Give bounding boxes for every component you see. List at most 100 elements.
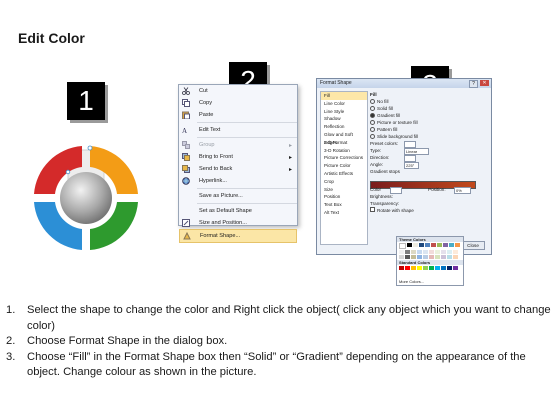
menu-label-save-as-picture: Save as Picture... — [199, 193, 243, 199]
rotate-with-shape-row[interactable]: Rotate with shape — [370, 207, 488, 214]
instructions: 1. Select the shape to change the color … — [6, 303, 554, 381]
category-shadow[interactable]: Shadow — [321, 115, 367, 123]
menu-label-paste: Paste — [199, 112, 214, 118]
category-picture-color[interactable]: Picture Color — [321, 162, 367, 170]
menu-item-hyperlink[interactable]: Hyperlink... — [179, 175, 297, 187]
rotate-label: Rotate with shape — [377, 208, 414, 213]
option-pattern-fill[interactable]: Pattern fill — [370, 126, 488, 133]
menu-item-bring-to-front[interactable]: Bring to Front ▸ — [179, 151, 297, 163]
category-3d-rotation[interactable]: 3-D Rotation — [321, 147, 367, 155]
menu-separator — [197, 122, 297, 123]
category-reflection[interactable]: Reflection — [321, 123, 367, 131]
menu-separator — [197, 203, 297, 204]
submenu-arrow-icon: ▸ — [288, 142, 292, 149]
dialog-title: Format Shape — [317, 79, 491, 88]
radio-icon — [370, 127, 375, 133]
copy-icon — [182, 99, 190, 107]
menu-item-size-position[interactable]: Size and Position... — [179, 217, 297, 229]
option-label: Pattern fill — [377, 127, 398, 132]
menu-item-format-shape[interactable]: Format Shape... — [179, 229, 297, 243]
color-palette: Theme Colors Standard Colors More Colors… — [396, 236, 464, 286]
page-title: Edit Color — [18, 30, 85, 46]
category-size[interactable]: Size — [321, 186, 367, 194]
category-picture-corrections[interactable]: Picture Corrections — [321, 154, 367, 162]
type-row: Type: Linear — [370, 147, 488, 155]
menu-item-send-to-back[interactable]: Send to Back ▸ — [179, 163, 297, 175]
fill-panel: Fill No fill Solid fill Gradient fill Pi… — [370, 91, 488, 214]
category-fill[interactable]: Fill — [321, 92, 367, 100]
field-label: Type: — [370, 148, 382, 153]
menu-item-set-default-shape[interactable]: Set as Default Shape — [179, 205, 297, 217]
menu-item-cut[interactable]: Cut — [179, 85, 297, 97]
menu-label-hyperlink: Hyperlink... — [199, 178, 227, 184]
category-list: Fill Line Color Line Style Shadow Reflec… — [320, 91, 368, 245]
brightness-label: Brightness: — [370, 194, 393, 199]
menu-item-group[interactable]: Group ▸ — [179, 139, 297, 151]
format-shape-dialog: Format Shape ? ✕ Fill Line Color Line St… — [316, 78, 492, 255]
svg-text:A: A — [182, 127, 187, 134]
format-shape-icon — [183, 232, 191, 240]
direction-row: Direction: — [370, 154, 488, 162]
submenu-arrow-icon: ▸ — [288, 166, 292, 173]
option-picture-fill[interactable]: Picture or texture fill — [370, 119, 488, 126]
color-row: Color Position: 0% — [370, 186, 488, 194]
option-label: No fill — [377, 99, 389, 104]
selection-handle-top[interactable] — [87, 145, 93, 151]
selection-handle-left[interactable] — [65, 169, 71, 175]
edit-text-icon: A — [182, 127, 187, 134]
field-label: Direction: — [370, 155, 390, 160]
option-label: Gradient fill — [377, 113, 401, 118]
step-1-badge: 1 — [67, 82, 105, 120]
category-glow[interactable]: Glow and Soft Edges — [321, 131, 367, 145]
center-sphere[interactable] — [60, 172, 112, 224]
option-no-fill[interactable]: No fill — [370, 98, 488, 105]
size-icon — [182, 219, 190, 227]
category-position[interactable]: Position — [321, 193, 367, 201]
radio-icon — [370, 106, 375, 112]
menu-label-cut: Cut — [199, 88, 208, 94]
standard-color-swatches[interactable] — [397, 265, 463, 271]
instruction-text: Choose Format Shape in the dialog box. — [27, 335, 228, 348]
category-alt-text[interactable]: Alt Text — [321, 209, 367, 217]
menu-item-save-as-picture[interactable]: Save as Picture... — [179, 190, 297, 202]
close-icon[interactable]: ✕ — [480, 80, 489, 86]
option-label: Picture or texture fill — [377, 120, 418, 125]
category-text-box[interactable]: Text Box — [321, 201, 367, 209]
menu-label-set-default-shape: Set as Default Shape — [199, 208, 252, 214]
dialog-close-button[interactable]: Close — [461, 241, 485, 250]
menu-label-copy: Copy — [199, 100, 213, 106]
menu-item-edit-text[interactable]: A Edit Text — [179, 124, 297, 136]
instruction-text: Select the shape to change the color and… — [27, 304, 551, 332]
category-line-style[interactable]: Line Style — [321, 108, 367, 116]
ring-diagram[interactable] — [30, 142, 142, 254]
field-label: Angle: — [370, 162, 384, 167]
category-artistic-effects[interactable]: Artistic Effects — [321, 170, 367, 178]
scissors-icon — [182, 87, 190, 95]
instruction-number: 3. — [6, 350, 16, 363]
menu-separator — [197, 188, 297, 189]
menu-label-bring-to-front: Bring to Front — [199, 154, 233, 160]
menu-item-paste[interactable]: Paste — [179, 109, 297, 121]
menu-label-edit-text: Edit Text — [199, 127, 221, 133]
category-line-color[interactable]: Line Color — [321, 100, 367, 108]
group-icon — [182, 141, 190, 149]
option-solid-fill[interactable]: Solid fill — [370, 105, 488, 112]
angle-row: Angle: 225° — [370, 161, 488, 169]
option-slide-bg-fill[interactable]: Slide background fill — [370, 133, 488, 140]
menu-label-group: Group — [199, 142, 215, 148]
radio-icon — [370, 134, 375, 140]
checkbox-icon[interactable] — [370, 207, 375, 212]
theme-color-swatches[interactable] — [397, 242, 463, 260]
instruction-number: 1. — [6, 304, 16, 316]
hyperlink-icon — [182, 177, 190, 185]
gradient-stops-label: Gradient stops — [370, 169, 400, 174]
help-icon[interactable]: ? — [469, 80, 478, 88]
more-colors-option[interactable]: More Colors... — [399, 279, 424, 284]
category-3d-format[interactable]: 3-D Format — [321, 139, 367, 147]
section-heading: Fill — [370, 92, 377, 97]
option-gradient-fill[interactable]: Gradient fill — [370, 112, 488, 119]
category-crop[interactable]: Crop — [321, 178, 367, 186]
radio-icon — [370, 99, 375, 105]
paste-icon — [182, 111, 190, 119]
menu-item-copy[interactable]: Copy — [179, 97, 297, 109]
